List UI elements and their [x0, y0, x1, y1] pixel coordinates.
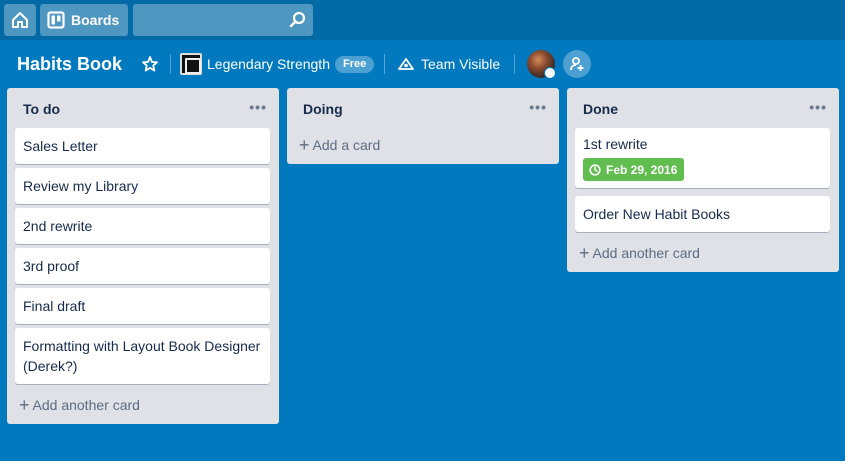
list-menu-icon[interactable]: •••	[249, 100, 267, 114]
header-divider	[384, 54, 385, 74]
card[interactable]: Sales Letter	[15, 128, 270, 164]
top-bar: Boards	[0, 0, 845, 40]
avatar-badge	[544, 67, 556, 79]
add-card-label: Add another card	[32, 397, 140, 413]
board-title[interactable]: Habits Book	[17, 52, 122, 76]
add-card-label: Add another card	[592, 245, 700, 261]
card-title: 2nd rewrite	[23, 218, 93, 234]
card-title: Order New Habit Books	[583, 206, 731, 222]
add-member-button[interactable]	[563, 50, 591, 78]
card[interactable]: 2nd rewrite	[15, 208, 270, 244]
plus-icon: +	[579, 243, 590, 263]
due-date-badge[interactable]: Feb 29, 2016	[583, 158, 685, 181]
list-title[interactable]: Doing	[303, 100, 343, 118]
card-title: Sales Letter	[23, 138, 98, 154]
header-divider	[514, 54, 515, 74]
due-date-label: Feb 29, 2016	[606, 162, 678, 177]
add-card-label: Add a card	[312, 137, 381, 153]
list-title[interactable]: Done	[583, 100, 618, 118]
boards-button[interactable]: Boards	[40, 4, 128, 36]
card-title: 3rd proof	[23, 258, 80, 274]
plus-icon: +	[299, 135, 310, 155]
card[interactable]: Order New Habit Books	[575, 196, 830, 232]
clock-icon	[589, 163, 601, 176]
card-title: 1st rewrite	[583, 136, 648, 152]
boards-icon	[47, 11, 65, 29]
visibility-icon	[398, 58, 414, 70]
home-icon	[12, 12, 28, 28]
card-title: Formatting with Layout Book Designer (De…	[23, 338, 261, 374]
list-menu-icon[interactable]: •••	[529, 100, 547, 114]
team-name[interactable]: Legendary Strength	[207, 55, 330, 73]
list-done: Done ••• 1st rewrite Feb 29, 2016 Order …	[567, 88, 839, 272]
card-title: Final draft	[23, 298, 86, 314]
star-icon[interactable]	[141, 55, 159, 73]
add-card-button[interactable]: + Add another card	[579, 244, 700, 262]
card[interactable]: Review my Library	[15, 168, 270, 204]
home-button[interactable]	[4, 4, 36, 36]
add-card-button[interactable]: + Add a card	[299, 136, 380, 154]
card[interactable]: 1st rewrite Feb 29, 2016	[575, 128, 830, 188]
list-todo: To do ••• Sales Letter Review my Library…	[7, 88, 279, 424]
card-title: Review my Library	[23, 178, 139, 194]
add-card-button[interactable]: + Add another card	[19, 396, 140, 414]
card[interactable]: Final draft	[15, 288, 270, 324]
team-logo	[180, 53, 202, 75]
card[interactable]: 3rd proof	[15, 248, 270, 284]
header-divider	[170, 54, 171, 74]
list-doing: Doing ••• + Add a card	[287, 88, 559, 164]
plan-badge[interactable]: Free	[335, 56, 375, 73]
search-input[interactable]	[133, 4, 313, 36]
visibility-label[interactable]: Team Visible	[421, 55, 500, 73]
add-member-icon	[570, 57, 584, 71]
plus-icon: +	[19, 395, 30, 415]
search-icon[interactable]	[289, 11, 307, 29]
boards-label: Boards	[71, 12, 120, 28]
list-menu-icon[interactable]: •••	[809, 100, 827, 114]
card[interactable]: Formatting with Layout Book Designer (De…	[15, 328, 270, 384]
list-title[interactable]: To do	[23, 100, 60, 118]
